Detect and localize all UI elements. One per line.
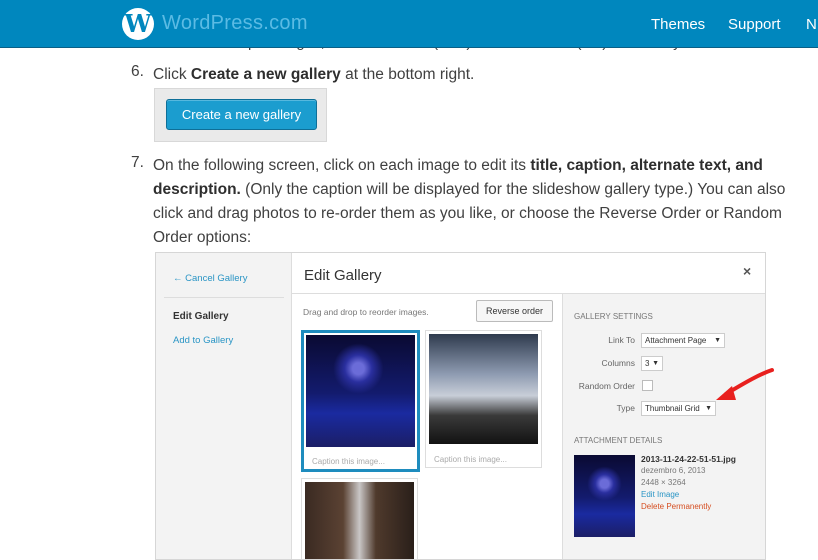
attachment-dimensions: 2448 × 3264 [641, 478, 686, 487]
cancel-gallery-link[interactable]: ← Cancel Gallery [173, 273, 247, 284]
attachment-details-heading: Attachment Details [574, 436, 663, 445]
caption-input[interactable]: Caption this image... [312, 457, 385, 466]
dropdown-arrow-icon: ▼ [705, 405, 712, 412]
type-label: Type [616, 403, 635, 413]
edit-gallery-screenshot: ← Cancel Gallery Edit Gallery Add to Gal… [155, 252, 766, 560]
step-6-suffix: at the bottom right. [340, 66, 475, 83]
step-7-number: 7. [131, 154, 144, 171]
step-6-bold: Create a new gallery [190, 66, 341, 83]
wordpress-logo-icon[interactable]: W [122, 8, 154, 40]
gallery-settings-heading: Gallery Settings [574, 312, 653, 321]
attachment-date: dezembro 6, 2013 [641, 466, 706, 475]
sky-image [429, 334, 538, 444]
dropdown-arrow-icon: ▼ [714, 337, 721, 344]
step-7-text-2: (Only the caption will be displayed for … [153, 181, 786, 246]
step-6-text: Click Create a new gallery at the bottom… [153, 63, 474, 87]
step-7-text: On the following screen, click on each i… [153, 154, 818, 250]
close-icon[interactable]: × [743, 263, 751, 279]
edit-gallery-title: Edit Gallery [304, 267, 382, 284]
reverse-order-button[interactable]: Reverse order [476, 300, 553, 322]
columns-label: Columns [601, 358, 635, 368]
gallery-thumb-sky[interactable]: Caption this image... [425, 330, 542, 468]
type-select[interactable]: Thumbnail Grid ▼ [641, 401, 716, 416]
gallery-settings-panel: Gallery Settings Link To Attachment Page… [562, 294, 765, 559]
link-to-label: Link To [608, 335, 635, 345]
gallery-thumb-street[interactable] [301, 478, 418, 559]
link-to-select[interactable]: Attachment Page ▼ [641, 333, 725, 348]
link-to-value: Attachment Page [645, 336, 707, 345]
delete-permanently-link[interactable]: Delete Permanently [641, 502, 711, 511]
sidebar-item-edit-gallery[interactable]: Edit Gallery [173, 311, 229, 322]
random-order-label: Random Order [578, 381, 635, 391]
step-6-prefix: Click [153, 66, 191, 83]
columns-select[interactable]: 3 ▼ [641, 356, 663, 371]
nav-support[interactable]: Support [728, 16, 781, 33]
red-arrow-icon [716, 368, 774, 400]
drag-hint: Drag and drop to reorder images. [303, 307, 429, 317]
attachment-thumbnail [574, 455, 635, 537]
caption-input[interactable]: Caption this image... [434, 455, 507, 464]
nav-themes[interactable]: Themes [651, 16, 705, 33]
gallery-sidebar: ← Cancel Gallery Edit Gallery Add to Gal… [156, 253, 292, 559]
sidebar-item-add-to-gallery[interactable]: Add to Gallery [173, 335, 233, 346]
columns-value: 3 [645, 359, 650, 368]
sidebar-divider [164, 297, 284, 298]
step-6-number: 6. [131, 63, 144, 80]
dropdown-arrow-icon: ▼ [652, 360, 659, 367]
create-new-gallery-button[interactable]: Create a new gallery [166, 99, 317, 130]
london-eye-image [306, 335, 415, 447]
street-image [305, 482, 414, 559]
top-bar: W WordPress.com Themes Support N [0, 0, 818, 48]
step-7-text-1: On the following screen, click on each i… [153, 157, 531, 174]
edit-image-link[interactable]: Edit Image [641, 490, 679, 499]
nav-truncated[interactable]: N [806, 16, 817, 33]
brand-name[interactable]: WordPress.com [162, 12, 308, 35]
random-order-checkbox[interactable] [642, 380, 653, 391]
gallery-thumb-london-eye[interactable]: Caption this image... [301, 330, 420, 472]
type-value: Thumbnail Grid [645, 404, 700, 413]
attachment-filename: 2013-11-24-22-51-51.jpg [641, 454, 736, 464]
